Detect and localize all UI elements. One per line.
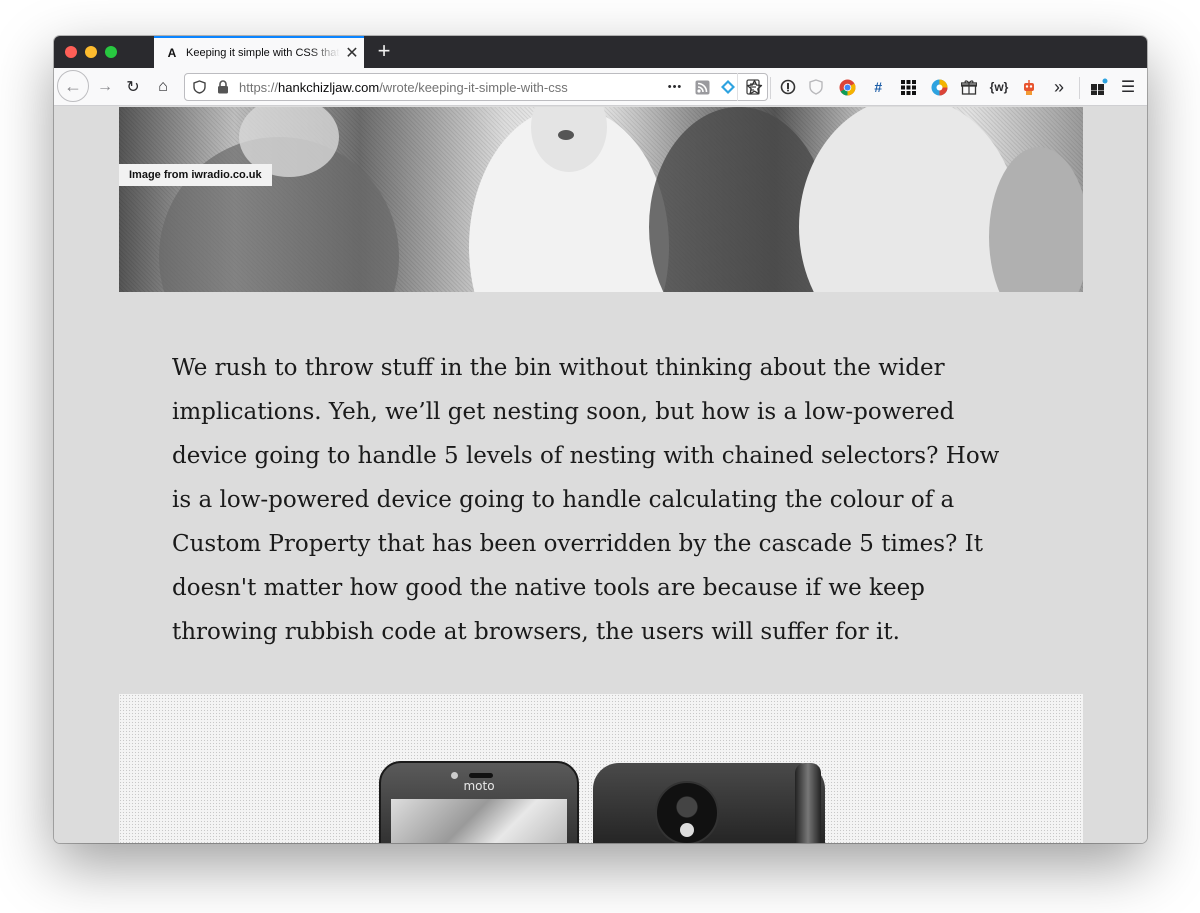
extensions-puzzle-icon[interactable] [1089,77,1109,97]
grid-apps-icon[interactable] [898,77,918,97]
site-favicon-icon: A [167,46,177,60]
chrome-icon[interactable] [837,77,857,97]
reload-button[interactable]: ↻ [120,74,146,100]
phone-front: moto [379,761,579,843]
wikipedia-icon[interactable]: {w} [989,77,1009,97]
hero-image-caption: Image from iwradio.co.uk [119,164,272,186]
toolbar-separator [770,77,771,99]
minimize-window-button[interactable] [85,46,97,58]
close-window-button[interactable] [65,46,77,58]
password-manager-icon[interactable] [778,77,798,97]
navigation-bar: ← → ↻ ⌂ https://hankchizljaw.com/wrote/k… [54,68,1147,106]
overflow-chevron-icon[interactable]: » [1049,77,1069,97]
tracking-protection-shield-icon[interactable] [189,80,209,94]
new-tab-button[interactable]: + [372,39,396,63]
tab-title: Keeping it simple with CSS that [186,47,340,59]
browser-window: A Keeping it simple with CSS that ✕ + ← … [54,36,1147,843]
bookmark-star-icon[interactable] [744,77,764,97]
toolbar-separator [1079,77,1080,99]
hashtag-icon[interactable]: # [868,77,888,97]
color-picker-icon[interactable] [929,77,949,97]
phone-screen [391,799,567,843]
page-content: Image from iwradio.co.uk We rush to thro… [54,107,1147,843]
sheep-illustration [159,107,1083,292]
extension-robot-icon[interactable] [1019,77,1039,97]
phone-speaker [469,773,493,778]
rss-feed-icon[interactable] [692,77,712,97]
phone-logo: moto [463,779,495,793]
home-button[interactable]: ⌂ [150,74,176,100]
pocket-diamond-icon[interactable] [718,77,738,97]
phone-side [795,763,821,843]
article-paragraph: We rush to throw stuff in the bin withou… [172,355,1000,645]
flash-icon [680,823,694,837]
privacy-badger-icon[interactable] [806,77,826,97]
hero-image-sheep [119,107,1083,292]
url-text[interactable]: https://hankchizljaw.com/wrote/keeping-i… [239,80,737,95]
lock-icon[interactable] [213,80,233,94]
tab-active[interactable]: A Keeping it simple with CSS that ✕ [154,36,364,68]
phone-back [593,763,825,843]
maximize-window-button[interactable] [105,46,117,58]
back-button[interactable]: ← [57,70,89,102]
tab-close-icon[interactable]: ✕ [340,43,364,63]
tab-strip: A Keeping it simple with CSS that ✕ + [54,36,1147,68]
page-actions-more-icon[interactable]: ••• [665,77,685,97]
hamburger-menu-icon[interactable]: ☰ [1118,77,1138,97]
phone-image: moto [119,694,1083,843]
front-camera-icon [451,772,458,779]
gift-icon[interactable] [959,77,979,97]
forward-button[interactable]: → [92,74,118,100]
